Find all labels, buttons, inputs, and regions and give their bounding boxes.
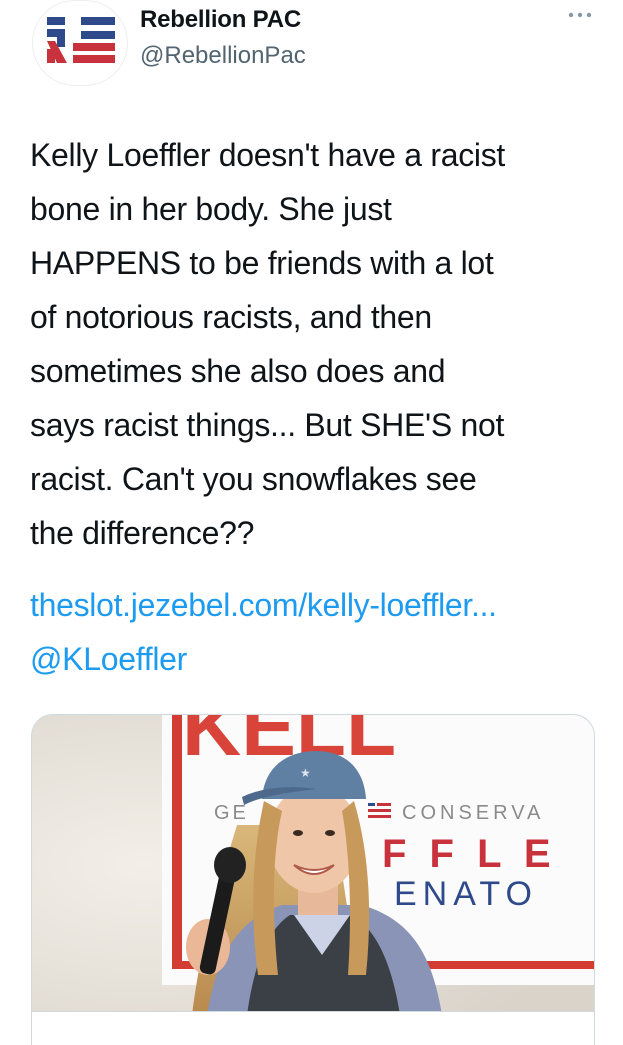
more-options-button[interactable] (566, 8, 594, 22)
card-caption (32, 1011, 594, 1045)
rebellion-pac-logo-icon (47, 17, 115, 63)
tweet-text-line: of notorious racists, and then (30, 299, 432, 335)
sign-middle-text: F F L E (382, 832, 557, 876)
author-name[interactable]: Rebellion PAC (140, 6, 301, 34)
tweet-text-line: the difference?? (30, 515, 255, 551)
tweet-text-line: bone in her body. She just (30, 191, 392, 227)
article-link[interactable]: theslot.jezebel.com/kelly-loeffler... (30, 578, 497, 632)
author-avatar[interactable] (32, 0, 128, 86)
sign-bottom-text: ENATO (394, 875, 538, 913)
ellipsis-icon (568, 12, 592, 18)
tweet-text-line: racist. Can't you snowflakes see (30, 461, 477, 497)
author-handle[interactable]: @RebellionPac (140, 42, 306, 70)
sign-flag-line-text: CONSERVA (402, 802, 544, 824)
tweet-text-line: says racist things... But SHE'S not (30, 407, 505, 443)
tweet-text-line: sometimes she also does and (30, 353, 446, 389)
svg-text:★: ★ (300, 766, 311, 780)
sign-left-text: GE (214, 802, 249, 824)
tweet-links: theslot.jezebel.com/kelly-loeffler... @K… (30, 578, 497, 686)
flag-icon (368, 803, 391, 818)
tweet-header: Rebellion PAC @RebellionPac (0, 0, 623, 100)
tweet-text: Kelly Loeffler doesn't have a racist bon… (30, 128, 600, 560)
link-preview-card[interactable]: KELL GE CONSERVA F F L E ENATO ★ (31, 714, 595, 1045)
kelly-loeffler-photo-icon: KELL GE CONSERVA F F L E ENATO ★ (32, 715, 594, 1015)
tweet-text-line: Kelly Loeffler doesn't have a racist (30, 137, 505, 173)
mention-link[interactable]: @KLoeffler (30, 632, 497, 686)
tweet-text-line: HAPPENS to be friends with a lot (30, 245, 494, 281)
